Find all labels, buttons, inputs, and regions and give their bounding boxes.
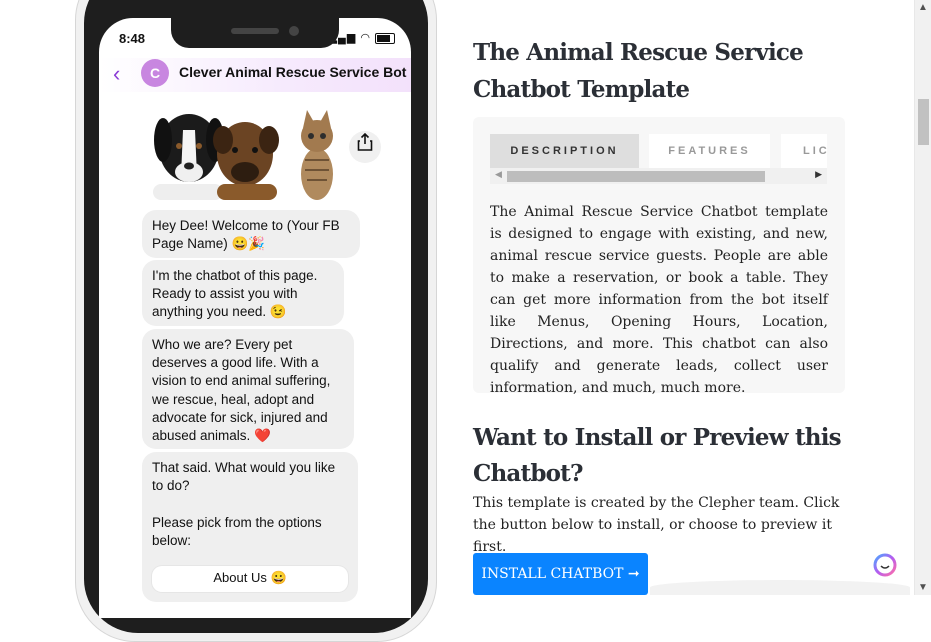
install-text: This template is created by the Clepher … xyxy=(473,495,840,555)
share-icon xyxy=(357,132,373,151)
page-title: The Animal Rescue Service Chatbot Templa… xyxy=(473,39,804,103)
share-button[interactable] xyxy=(349,131,381,163)
tabs-scrollbar[interactable]: ◀ ▶ xyxy=(490,168,827,184)
back-arrow-icon[interactable]: ‹ xyxy=(113,62,120,86)
tab-features[interactable]: FEATURES xyxy=(649,134,770,168)
phone-notch xyxy=(171,18,339,48)
pets-image xyxy=(153,110,333,200)
speaker xyxy=(231,28,279,34)
chat-widget-icon[interactable] xyxy=(872,552,898,578)
scroll-left-icon[interactable]: ◀ xyxy=(495,169,502,180)
bot-avatar: C xyxy=(141,59,169,87)
chat-header: ‹ C Clever Animal Rescue Service Bot xyxy=(99,58,411,92)
template-description: The Animal Rescue Service Chatbot templa… xyxy=(490,204,828,396)
install-chatbot-button[interactable]: INSTALL CHATBOT ➞ xyxy=(473,553,648,595)
scroll-down-icon[interactable]: ▼ xyxy=(918,582,928,593)
template-info-card: DESCRIPTION FEATURES LIC ◀ ▶ The Animal … xyxy=(473,117,845,396)
tab-bar: DESCRIPTION FEATURES LIC xyxy=(490,134,827,168)
battery-icon xyxy=(375,32,395,44)
scrollbar-thumb[interactable] xyxy=(507,171,765,182)
bot-name: Clever Animal Rescue Service Bot xyxy=(179,64,407,80)
chat-message: Who we are? Every pet deserves a good li… xyxy=(142,329,354,449)
scroll-up-icon[interactable]: ▲ xyxy=(918,2,928,13)
camera xyxy=(289,26,299,36)
tab-description[interactable]: DESCRIPTION xyxy=(490,134,639,168)
quick-reply-about-us[interactable]: About Us 😀 xyxy=(152,566,348,592)
tab-license[interactable]: LIC xyxy=(781,134,827,168)
install-heading: Want to Install or Preview this Chatbot? xyxy=(473,424,842,487)
page-scrollbar-thumb[interactable] xyxy=(918,99,929,145)
chat-message: Hey Dee! Welcome to (Your FB Page Name) … xyxy=(142,210,360,258)
decorative-shape xyxy=(650,580,910,595)
scroll-right-icon[interactable]: ▶ xyxy=(815,169,822,180)
chat-screen: 8:48 ▂▄▆ ◠ ‹ C Clever Animal Rescue Serv… xyxy=(99,18,411,618)
status-time: 8:48 xyxy=(119,31,146,46)
chat-message: I'm the chatbot of this page. Ready to a… xyxy=(142,260,344,326)
page-scrollbar[interactable]: ▲ ▼ xyxy=(914,0,931,595)
